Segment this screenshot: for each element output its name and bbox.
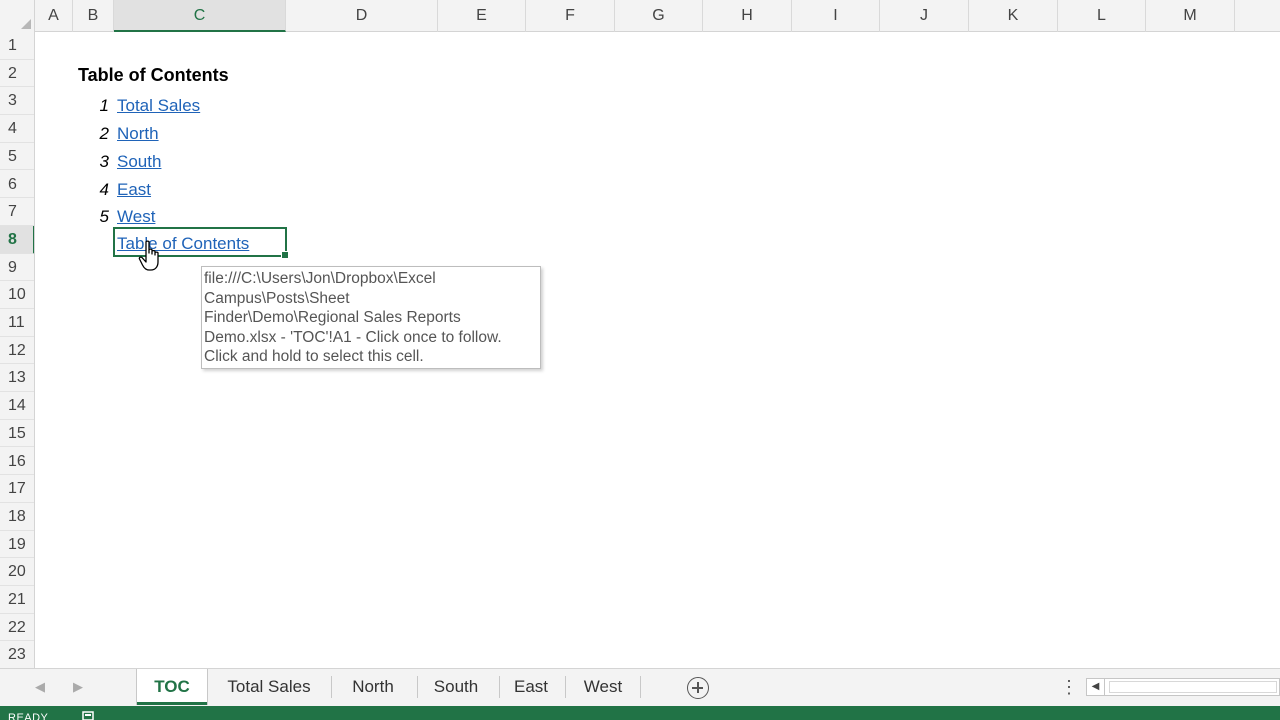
row-header-2[interactable]: 2 <box>0 60 34 88</box>
row-header-18[interactable]: 18 <box>0 503 34 531</box>
sheet-tab-north[interactable]: North <box>336 669 410 705</box>
row-header-13[interactable]: 13 <box>0 364 34 393</box>
scrollbar-thumb[interactable] <box>1109 681 1277 693</box>
toc-link-north[interactable]: North <box>117 124 159 144</box>
horizontal-scrollbar[interactable]: ◀ <box>1086 678 1280 696</box>
row-header-3[interactable]: 3 <box>0 87 34 116</box>
tab-separator <box>324 676 332 698</box>
sheet-tab-bar: ◀ ▶ TOC Total Sales North South East Wes… <box>0 668 1280 706</box>
row-header-4[interactable]: 4 <box>0 115 34 143</box>
toc-item-number: 3 <box>99 152 109 171</box>
add-sheet-icon[interactable] <box>687 677 709 699</box>
row-header-7[interactable]: 7 <box>0 198 34 226</box>
sheet-tab-west[interactable]: West <box>570 669 636 705</box>
macro-record-icon[interactable] <box>82 711 100 720</box>
toc-link-south[interactable]: South <box>117 152 161 172</box>
column-header-a[interactable]: A <box>35 0 73 32</box>
row-header-14[interactable]: 14 <box>0 392 34 420</box>
row-header-22[interactable]: 22 <box>0 614 34 642</box>
sheet-tab-toc[interactable]: TOC <box>137 669 207 705</box>
tooltip-line: Click and hold to select this cell. <box>204 348 424 365</box>
row-header-bar: 1 2 3 4 5 6 7 8 9 10 11 12 13 14 15 16 1… <box>0 32 35 668</box>
column-header-j[interactable]: J <box>880 0 969 32</box>
tooltip-line: file:///C:\Users\Jon\Dropbox\Excel <box>204 270 436 287</box>
tab-separator <box>492 676 500 698</box>
tab-separator <box>633 676 641 698</box>
column-header-d[interactable]: D <box>286 0 438 32</box>
tooltip-line: Finder\Demo\Regional Sales Reports <box>204 309 461 326</box>
scroll-tabs-left-icon[interactable]: ◀ <box>35 679 45 695</box>
column-header-k[interactable]: K <box>969 0 1058 32</box>
sheet-tab-south[interactable]: South <box>420 669 492 705</box>
row-header-9[interactable]: 9 <box>0 254 34 282</box>
hand-cursor-icon <box>138 240 159 271</box>
status-bar: READY <box>0 706 1280 720</box>
row-header-20[interactable]: 20 <box>0 558 34 586</box>
row-header-8[interactable]: 8 <box>0 225 34 254</box>
row-header-19[interactable]: 19 <box>0 531 34 559</box>
row-header-11[interactable]: 11 <box>0 309 34 337</box>
status-ready-text: READY <box>8 712 49 720</box>
scroll-tabs-right-icon[interactable]: ▶ <box>73 679 83 695</box>
row-header-16[interactable]: 16 <box>0 448 34 476</box>
tab-separator <box>558 676 566 698</box>
row-header-17[interactable]: 17 <box>0 475 34 503</box>
tab-separator <box>410 676 418 698</box>
toc-link-table-of-contents[interactable]: Table of Contents <box>117 234 249 254</box>
toc-link-total-sales[interactable]: Total Sales <box>117 96 200 116</box>
toc-item-number: 5 <box>99 207 109 226</box>
row-header-5[interactable]: 5 <box>0 143 34 171</box>
scroll-left-icon[interactable]: ◀ <box>1087 679 1105 695</box>
sheet-tab-total-sales[interactable]: Total Sales <box>214 669 324 705</box>
row-header-10[interactable]: 10 <box>0 281 34 309</box>
toc-item-number: 1 <box>99 96 109 115</box>
column-header-m[interactable]: M <box>1146 0 1235 32</box>
column-header-e[interactable]: E <box>438 0 526 32</box>
toc-link-west[interactable]: West <box>117 207 155 227</box>
row-header-6[interactable]: 6 <box>0 171 34 199</box>
tab-splitter-icon[interactable]: ⋮ <box>1060 677 1078 697</box>
row-header-1[interactable]: 1 <box>0 32 34 60</box>
toc-title: Table of Contents <box>78 65 229 85</box>
hyperlink-tooltip: file:///C:\Users\Jon\Dropbox\Excel Campu… <box>201 266 541 369</box>
tooltip-line: Campus\Posts\Sheet <box>204 289 350 307</box>
toc-link-east[interactable]: East <box>117 180 151 200</box>
toc-item-number: 2 <box>99 124 109 143</box>
column-header-i[interactable]: I <box>792 0 880 32</box>
column-header-bar: A B C D E F G H I J K L M <box>0 0 1280 32</box>
row-header-21[interactable]: 21 <box>0 586 34 614</box>
column-header-h[interactable]: H <box>703 0 792 32</box>
tooltip-line: Demo.xlsx - 'TOC'!A1 - Click once to fol… <box>204 328 502 346</box>
column-header-c[interactable]: C <box>114 0 286 32</box>
column-header-f[interactable]: F <box>526 0 615 32</box>
row-header-23[interactable]: 23 <box>0 641 34 668</box>
column-header-g[interactable]: G <box>615 0 703 32</box>
row-header-12[interactable]: 12 <box>0 337 34 365</box>
sheet-tab-east[interactable]: East <box>502 669 560 705</box>
row-header-15[interactable]: 15 <box>0 420 34 448</box>
column-header-b[interactable]: B <box>73 0 114 32</box>
column-header-l[interactable]: L <box>1058 0 1146 32</box>
toc-item-number: 4 <box>99 180 109 199</box>
select-all-button[interactable] <box>0 0 35 32</box>
